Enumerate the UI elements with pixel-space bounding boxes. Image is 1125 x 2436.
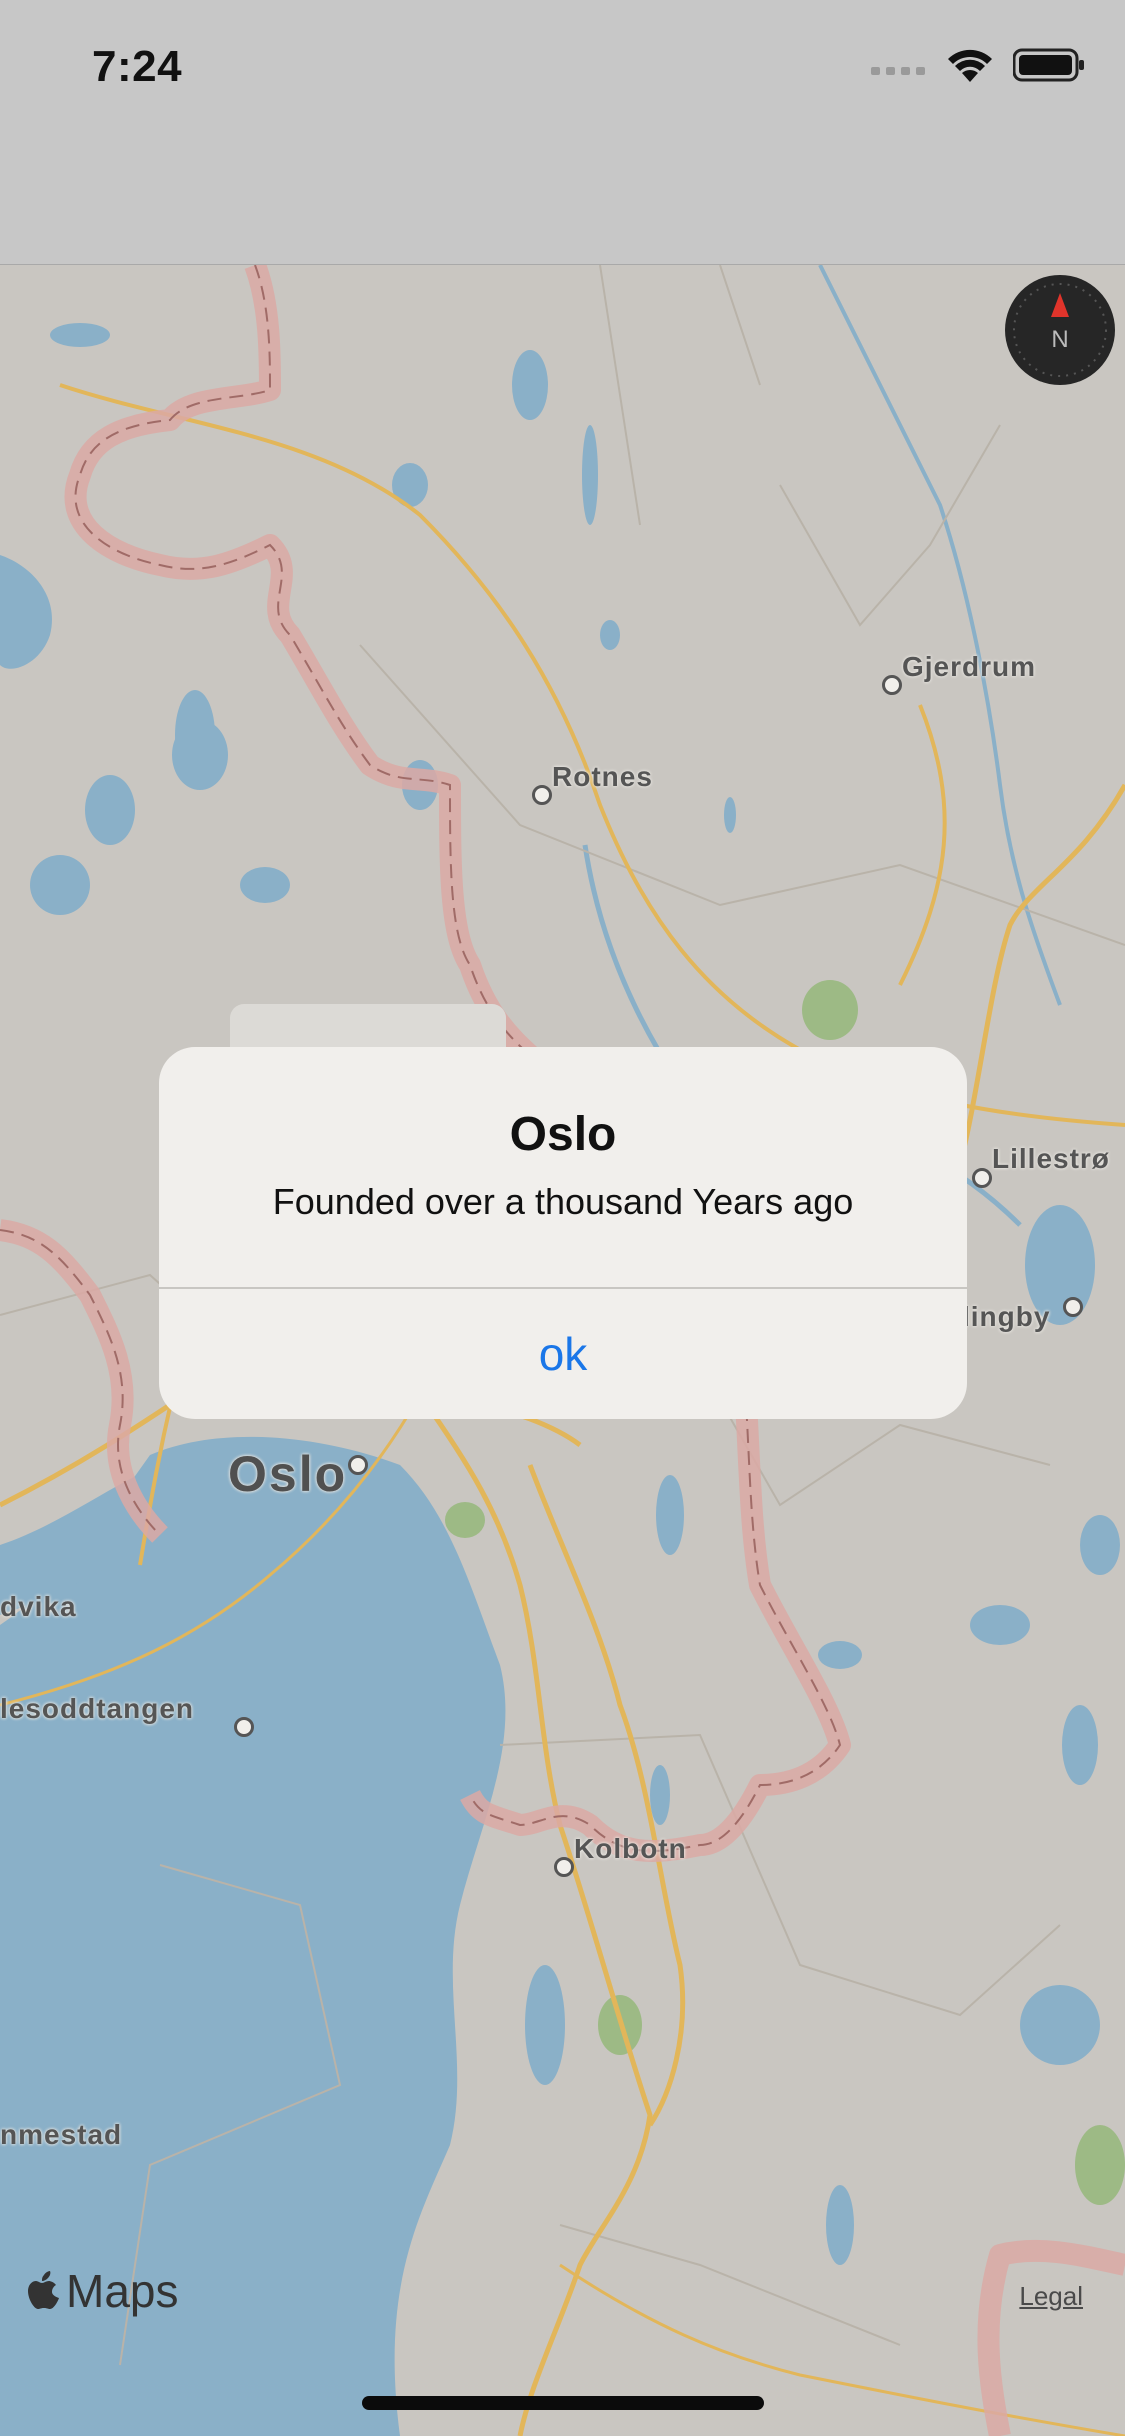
place-label: dvika	[0, 1591, 77, 1622]
maps-attribution-label: Maps	[66, 2265, 179, 2317]
battery-icon	[1013, 48, 1084, 82]
place-label: Kolbotn	[574, 1833, 687, 1864]
status-icons	[871, 48, 1085, 82]
svg-text:N: N	[1051, 326, 1068, 353]
status-bar: 7:24	[0, 0, 1125, 265]
compass-button[interactable]: N	[1005, 275, 1115, 385]
place-marker	[1063, 1297, 1083, 1317]
place-marker	[532, 785, 552, 805]
place-label: lesoddtangen	[0, 1693, 195, 1724]
alert-message: Founded over a thousand Years ago	[272, 1181, 854, 1222]
alert-dialog: Oslo Founded over a thousand Years ago o…	[159, 1047, 967, 1419]
alert-title: Oslo	[509, 1108, 617, 1161]
place-label: nmestad	[0, 2119, 123, 2150]
place-marker	[554, 1857, 574, 1877]
place-label: Lillestrø	[992, 1143, 1110, 1174]
home-indicator[interactable]	[362, 2396, 764, 2410]
place-label: Gjerdrum	[902, 651, 1037, 682]
status-time: 7:24	[92, 42, 183, 91]
place-label-oslo: Oslo	[228, 1446, 348, 1502]
compass-icon: N	[1013, 283, 1107, 377]
place-marker	[882, 675, 902, 695]
ok-button[interactable]: ok	[159, 1289, 967, 1419]
place-marker	[972, 1168, 992, 1188]
wifi-icon	[948, 49, 992, 82]
place-marker	[234, 1717, 254, 1737]
place-marker	[348, 1455, 368, 1475]
place-label: lingby	[962, 1301, 1051, 1332]
maps-attribution: Maps	[28, 2264, 178, 2318]
place-label: Rotnes	[552, 761, 653, 792]
signal-icon	[871, 67, 925, 75]
legal-link[interactable]: Legal	[1019, 2281, 1083, 2312]
apple-logo-icon	[28, 2271, 59, 2309]
